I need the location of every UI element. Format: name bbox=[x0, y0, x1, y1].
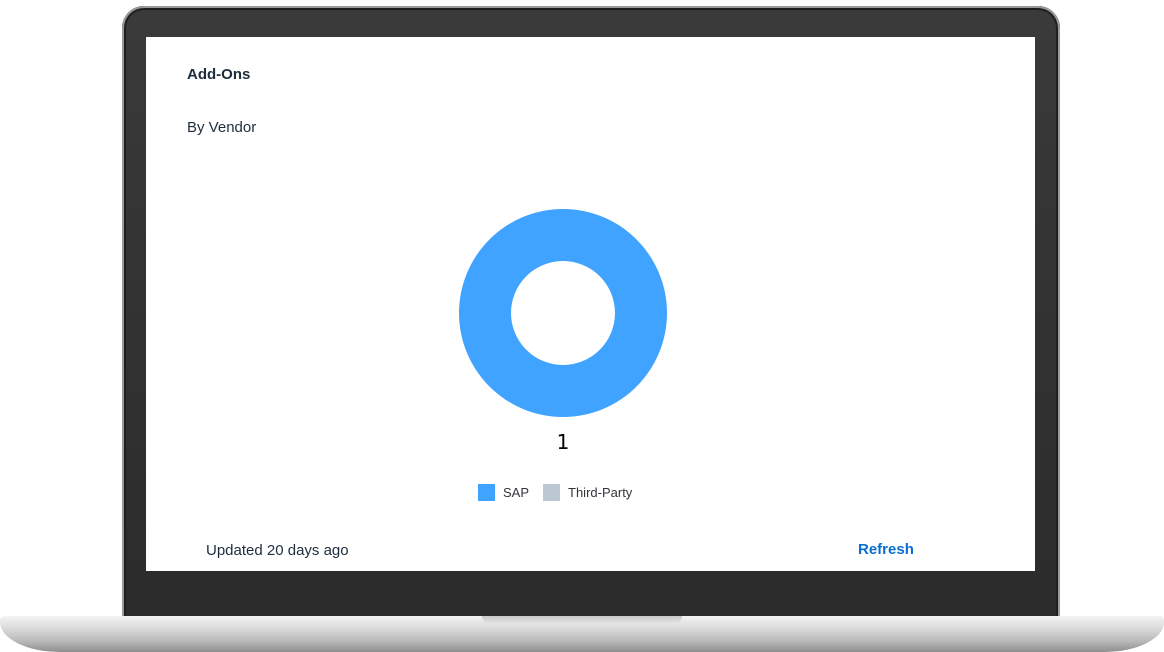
data-label-sap: 1 bbox=[557, 430, 570, 454]
legend-label-third-party: Third-Party bbox=[568, 485, 633, 500]
card-title: Add-Ons bbox=[187, 66, 251, 83]
donut-chart-svg: 1 bbox=[459, 209, 667, 454]
legend-swatch-third-party bbox=[543, 484, 561, 501]
legend-item-sap[interactable]: SAP bbox=[478, 484, 529, 501]
laptop-base bbox=[0, 616, 1164, 652]
donut-slice-sap[interactable] bbox=[459, 209, 667, 417]
donut-chart: 1 bbox=[146, 187, 1035, 507]
card-subtitle: By Vendor bbox=[187, 119, 257, 136]
refresh-link[interactable]: Refresh bbox=[858, 541, 914, 558]
updated-timestamp: Updated 20 days ago bbox=[206, 542, 349, 559]
legend-item-third-party[interactable]: Third-Party bbox=[543, 484, 632, 501]
legend-label-sap: SAP bbox=[503, 485, 530, 500]
screen: Add-Ons By Vendor 1 SAP Third-Party Upda… bbox=[146, 37, 1035, 571]
legend-swatch-sap bbox=[478, 484, 495, 501]
laptop-notch bbox=[482, 616, 682, 624]
chart-legend: SAP Third-Party bbox=[478, 484, 632, 501]
